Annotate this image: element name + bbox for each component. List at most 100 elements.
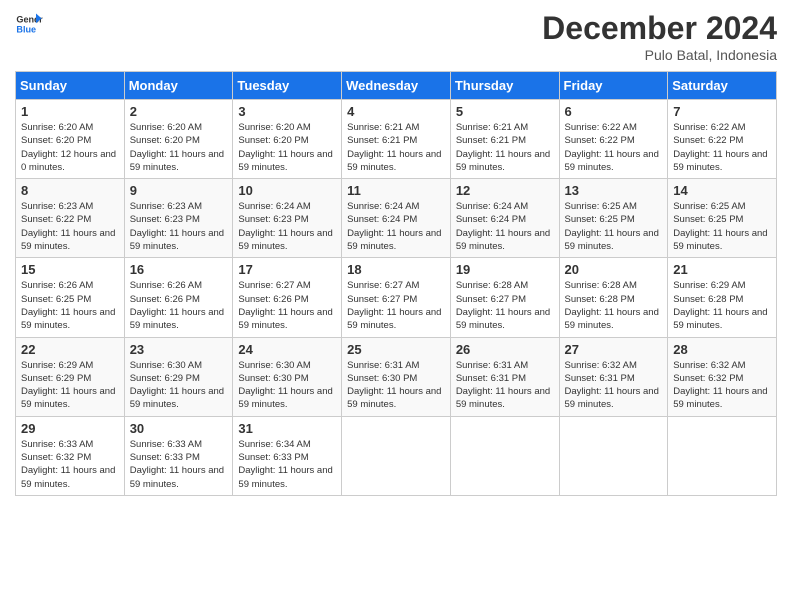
- day-info: Sunrise: 6:23 AM Sunset: 6:23 PM Dayligh…: [130, 200, 228, 253]
- day-info: Sunrise: 6:20 AM Sunset: 6:20 PM Dayligh…: [238, 121, 336, 174]
- logo: General Blue: [15, 10, 43, 38]
- calendar-cell: 21 Sunrise: 6:29 AM Sunset: 6:28 PM Dayl…: [668, 258, 777, 337]
- day-info: Sunrise: 6:25 AM Sunset: 6:25 PM Dayligh…: [565, 200, 663, 253]
- calendar-cell: 30 Sunrise: 6:33 AM Sunset: 6:33 PM Dayl…: [124, 416, 233, 495]
- day-number: 8: [21, 183, 119, 198]
- day-number: 22: [21, 342, 119, 357]
- location: Pulo Batal, Indonesia: [542, 47, 777, 63]
- day-info: Sunrise: 6:27 AM Sunset: 6:26 PM Dayligh…: [238, 279, 336, 332]
- day-info: Sunrise: 6:24 AM Sunset: 6:23 PM Dayligh…: [238, 200, 336, 253]
- day-number: 5: [456, 104, 554, 119]
- calendar-header-row: SundayMondayTuesdayWednesdayThursdayFrid…: [16, 72, 777, 100]
- day-info: Sunrise: 6:24 AM Sunset: 6:24 PM Dayligh…: [347, 200, 445, 253]
- day-header: Friday: [559, 72, 668, 100]
- day-info: Sunrise: 6:30 AM Sunset: 6:30 PM Dayligh…: [238, 359, 336, 412]
- calendar-cell: 20 Sunrise: 6:28 AM Sunset: 6:28 PM Dayl…: [559, 258, 668, 337]
- day-header: Thursday: [450, 72, 559, 100]
- calendar-cell: 14 Sunrise: 6:25 AM Sunset: 6:25 PM Dayl…: [668, 179, 777, 258]
- logo-icon: General Blue: [15, 10, 43, 38]
- day-number: 20: [565, 262, 663, 277]
- day-number: 3: [238, 104, 336, 119]
- calendar-cell: 22 Sunrise: 6:29 AM Sunset: 6:29 PM Dayl…: [16, 337, 125, 416]
- calendar-cell: 25 Sunrise: 6:31 AM Sunset: 6:30 PM Dayl…: [342, 337, 451, 416]
- calendar-cell: 16 Sunrise: 6:26 AM Sunset: 6:26 PM Dayl…: [124, 258, 233, 337]
- calendar-cell: 9 Sunrise: 6:23 AM Sunset: 6:23 PM Dayli…: [124, 179, 233, 258]
- day-number: 13: [565, 183, 663, 198]
- calendar-table: SundayMondayTuesdayWednesdayThursdayFrid…: [15, 71, 777, 496]
- day-number: 9: [130, 183, 228, 198]
- day-number: 27: [565, 342, 663, 357]
- calendar-cell: 17 Sunrise: 6:27 AM Sunset: 6:26 PM Dayl…: [233, 258, 342, 337]
- day-info: Sunrise: 6:22 AM Sunset: 6:22 PM Dayligh…: [673, 121, 771, 174]
- day-info: Sunrise: 6:26 AM Sunset: 6:25 PM Dayligh…: [21, 279, 119, 332]
- day-number: 4: [347, 104, 445, 119]
- day-info: Sunrise: 6:20 AM Sunset: 6:20 PM Dayligh…: [130, 121, 228, 174]
- calendar-cell: [342, 416, 451, 495]
- day-number: 28: [673, 342, 771, 357]
- calendar-cell: 11 Sunrise: 6:24 AM Sunset: 6:24 PM Dayl…: [342, 179, 451, 258]
- day-number: 24: [238, 342, 336, 357]
- day-number: 21: [673, 262, 771, 277]
- day-info: Sunrise: 6:20 AM Sunset: 6:20 PM Dayligh…: [21, 121, 119, 174]
- day-info: Sunrise: 6:21 AM Sunset: 6:21 PM Dayligh…: [456, 121, 554, 174]
- calendar-cell: [668, 416, 777, 495]
- calendar-week-row: 29 Sunrise: 6:33 AM Sunset: 6:32 PM Dayl…: [16, 416, 777, 495]
- calendar-cell: 8 Sunrise: 6:23 AM Sunset: 6:22 PM Dayli…: [16, 179, 125, 258]
- day-info: Sunrise: 6:24 AM Sunset: 6:24 PM Dayligh…: [456, 200, 554, 253]
- calendar-cell: 29 Sunrise: 6:33 AM Sunset: 6:32 PM Dayl…: [16, 416, 125, 495]
- calendar-week-row: 8 Sunrise: 6:23 AM Sunset: 6:22 PM Dayli…: [16, 179, 777, 258]
- day-info: Sunrise: 6:21 AM Sunset: 6:21 PM Dayligh…: [347, 121, 445, 174]
- day-info: Sunrise: 6:32 AM Sunset: 6:32 PM Dayligh…: [673, 359, 771, 412]
- day-number: 18: [347, 262, 445, 277]
- calendar-cell: [559, 416, 668, 495]
- day-number: 26: [456, 342, 554, 357]
- calendar-cell: 24 Sunrise: 6:30 AM Sunset: 6:30 PM Dayl…: [233, 337, 342, 416]
- calendar-cell: 31 Sunrise: 6:34 AM Sunset: 6:33 PM Dayl…: [233, 416, 342, 495]
- day-number: 11: [347, 183, 445, 198]
- day-header: Monday: [124, 72, 233, 100]
- day-number: 6: [565, 104, 663, 119]
- month-year: December 2024: [542, 10, 777, 47]
- day-number: 2: [130, 104, 228, 119]
- day-info: Sunrise: 6:28 AM Sunset: 6:27 PM Dayligh…: [456, 279, 554, 332]
- svg-text:Blue: Blue: [16, 24, 36, 34]
- calendar-cell: 2 Sunrise: 6:20 AM Sunset: 6:20 PM Dayli…: [124, 100, 233, 179]
- day-info: Sunrise: 6:29 AM Sunset: 6:29 PM Dayligh…: [21, 359, 119, 412]
- day-number: 14: [673, 183, 771, 198]
- calendar-cell: 7 Sunrise: 6:22 AM Sunset: 6:22 PM Dayli…: [668, 100, 777, 179]
- calendar-cell: 12 Sunrise: 6:24 AM Sunset: 6:24 PM Dayl…: [450, 179, 559, 258]
- day-info: Sunrise: 6:28 AM Sunset: 6:28 PM Dayligh…: [565, 279, 663, 332]
- calendar-cell: 27 Sunrise: 6:32 AM Sunset: 6:31 PM Dayl…: [559, 337, 668, 416]
- day-header: Saturday: [668, 72, 777, 100]
- calendar-cell: 5 Sunrise: 6:21 AM Sunset: 6:21 PM Dayli…: [450, 100, 559, 179]
- day-info: Sunrise: 6:26 AM Sunset: 6:26 PM Dayligh…: [130, 279, 228, 332]
- calendar-cell: 6 Sunrise: 6:22 AM Sunset: 6:22 PM Dayli…: [559, 100, 668, 179]
- calendar-week-row: 15 Sunrise: 6:26 AM Sunset: 6:25 PM Dayl…: [16, 258, 777, 337]
- day-info: Sunrise: 6:34 AM Sunset: 6:33 PM Dayligh…: [238, 438, 336, 491]
- page-header: General Blue December 2024 Pulo Batal, I…: [15, 10, 777, 63]
- day-info: Sunrise: 6:27 AM Sunset: 6:27 PM Dayligh…: [347, 279, 445, 332]
- day-number: 1: [21, 104, 119, 119]
- day-header: Tuesday: [233, 72, 342, 100]
- day-info: Sunrise: 6:33 AM Sunset: 6:33 PM Dayligh…: [130, 438, 228, 491]
- day-number: 19: [456, 262, 554, 277]
- calendar-week-row: 1 Sunrise: 6:20 AM Sunset: 6:20 PM Dayli…: [16, 100, 777, 179]
- calendar-cell: 10 Sunrise: 6:24 AM Sunset: 6:23 PM Dayl…: [233, 179, 342, 258]
- day-info: Sunrise: 6:31 AM Sunset: 6:31 PM Dayligh…: [456, 359, 554, 412]
- day-info: Sunrise: 6:29 AM Sunset: 6:28 PM Dayligh…: [673, 279, 771, 332]
- calendar-cell: 18 Sunrise: 6:27 AM Sunset: 6:27 PM Dayl…: [342, 258, 451, 337]
- calendar-cell: 4 Sunrise: 6:21 AM Sunset: 6:21 PM Dayli…: [342, 100, 451, 179]
- day-number: 29: [21, 421, 119, 436]
- calendar-cell: 1 Sunrise: 6:20 AM Sunset: 6:20 PM Dayli…: [16, 100, 125, 179]
- calendar-cell: 26 Sunrise: 6:31 AM Sunset: 6:31 PM Dayl…: [450, 337, 559, 416]
- day-info: Sunrise: 6:25 AM Sunset: 6:25 PM Dayligh…: [673, 200, 771, 253]
- day-info: Sunrise: 6:32 AM Sunset: 6:31 PM Dayligh…: [565, 359, 663, 412]
- day-header: Wednesday: [342, 72, 451, 100]
- day-info: Sunrise: 6:33 AM Sunset: 6:32 PM Dayligh…: [21, 438, 119, 491]
- calendar-cell: 15 Sunrise: 6:26 AM Sunset: 6:25 PM Dayl…: [16, 258, 125, 337]
- day-info: Sunrise: 6:31 AM Sunset: 6:30 PM Dayligh…: [347, 359, 445, 412]
- day-number: 15: [21, 262, 119, 277]
- day-number: 10: [238, 183, 336, 198]
- day-number: 12: [456, 183, 554, 198]
- calendar-week-row: 22 Sunrise: 6:29 AM Sunset: 6:29 PM Dayl…: [16, 337, 777, 416]
